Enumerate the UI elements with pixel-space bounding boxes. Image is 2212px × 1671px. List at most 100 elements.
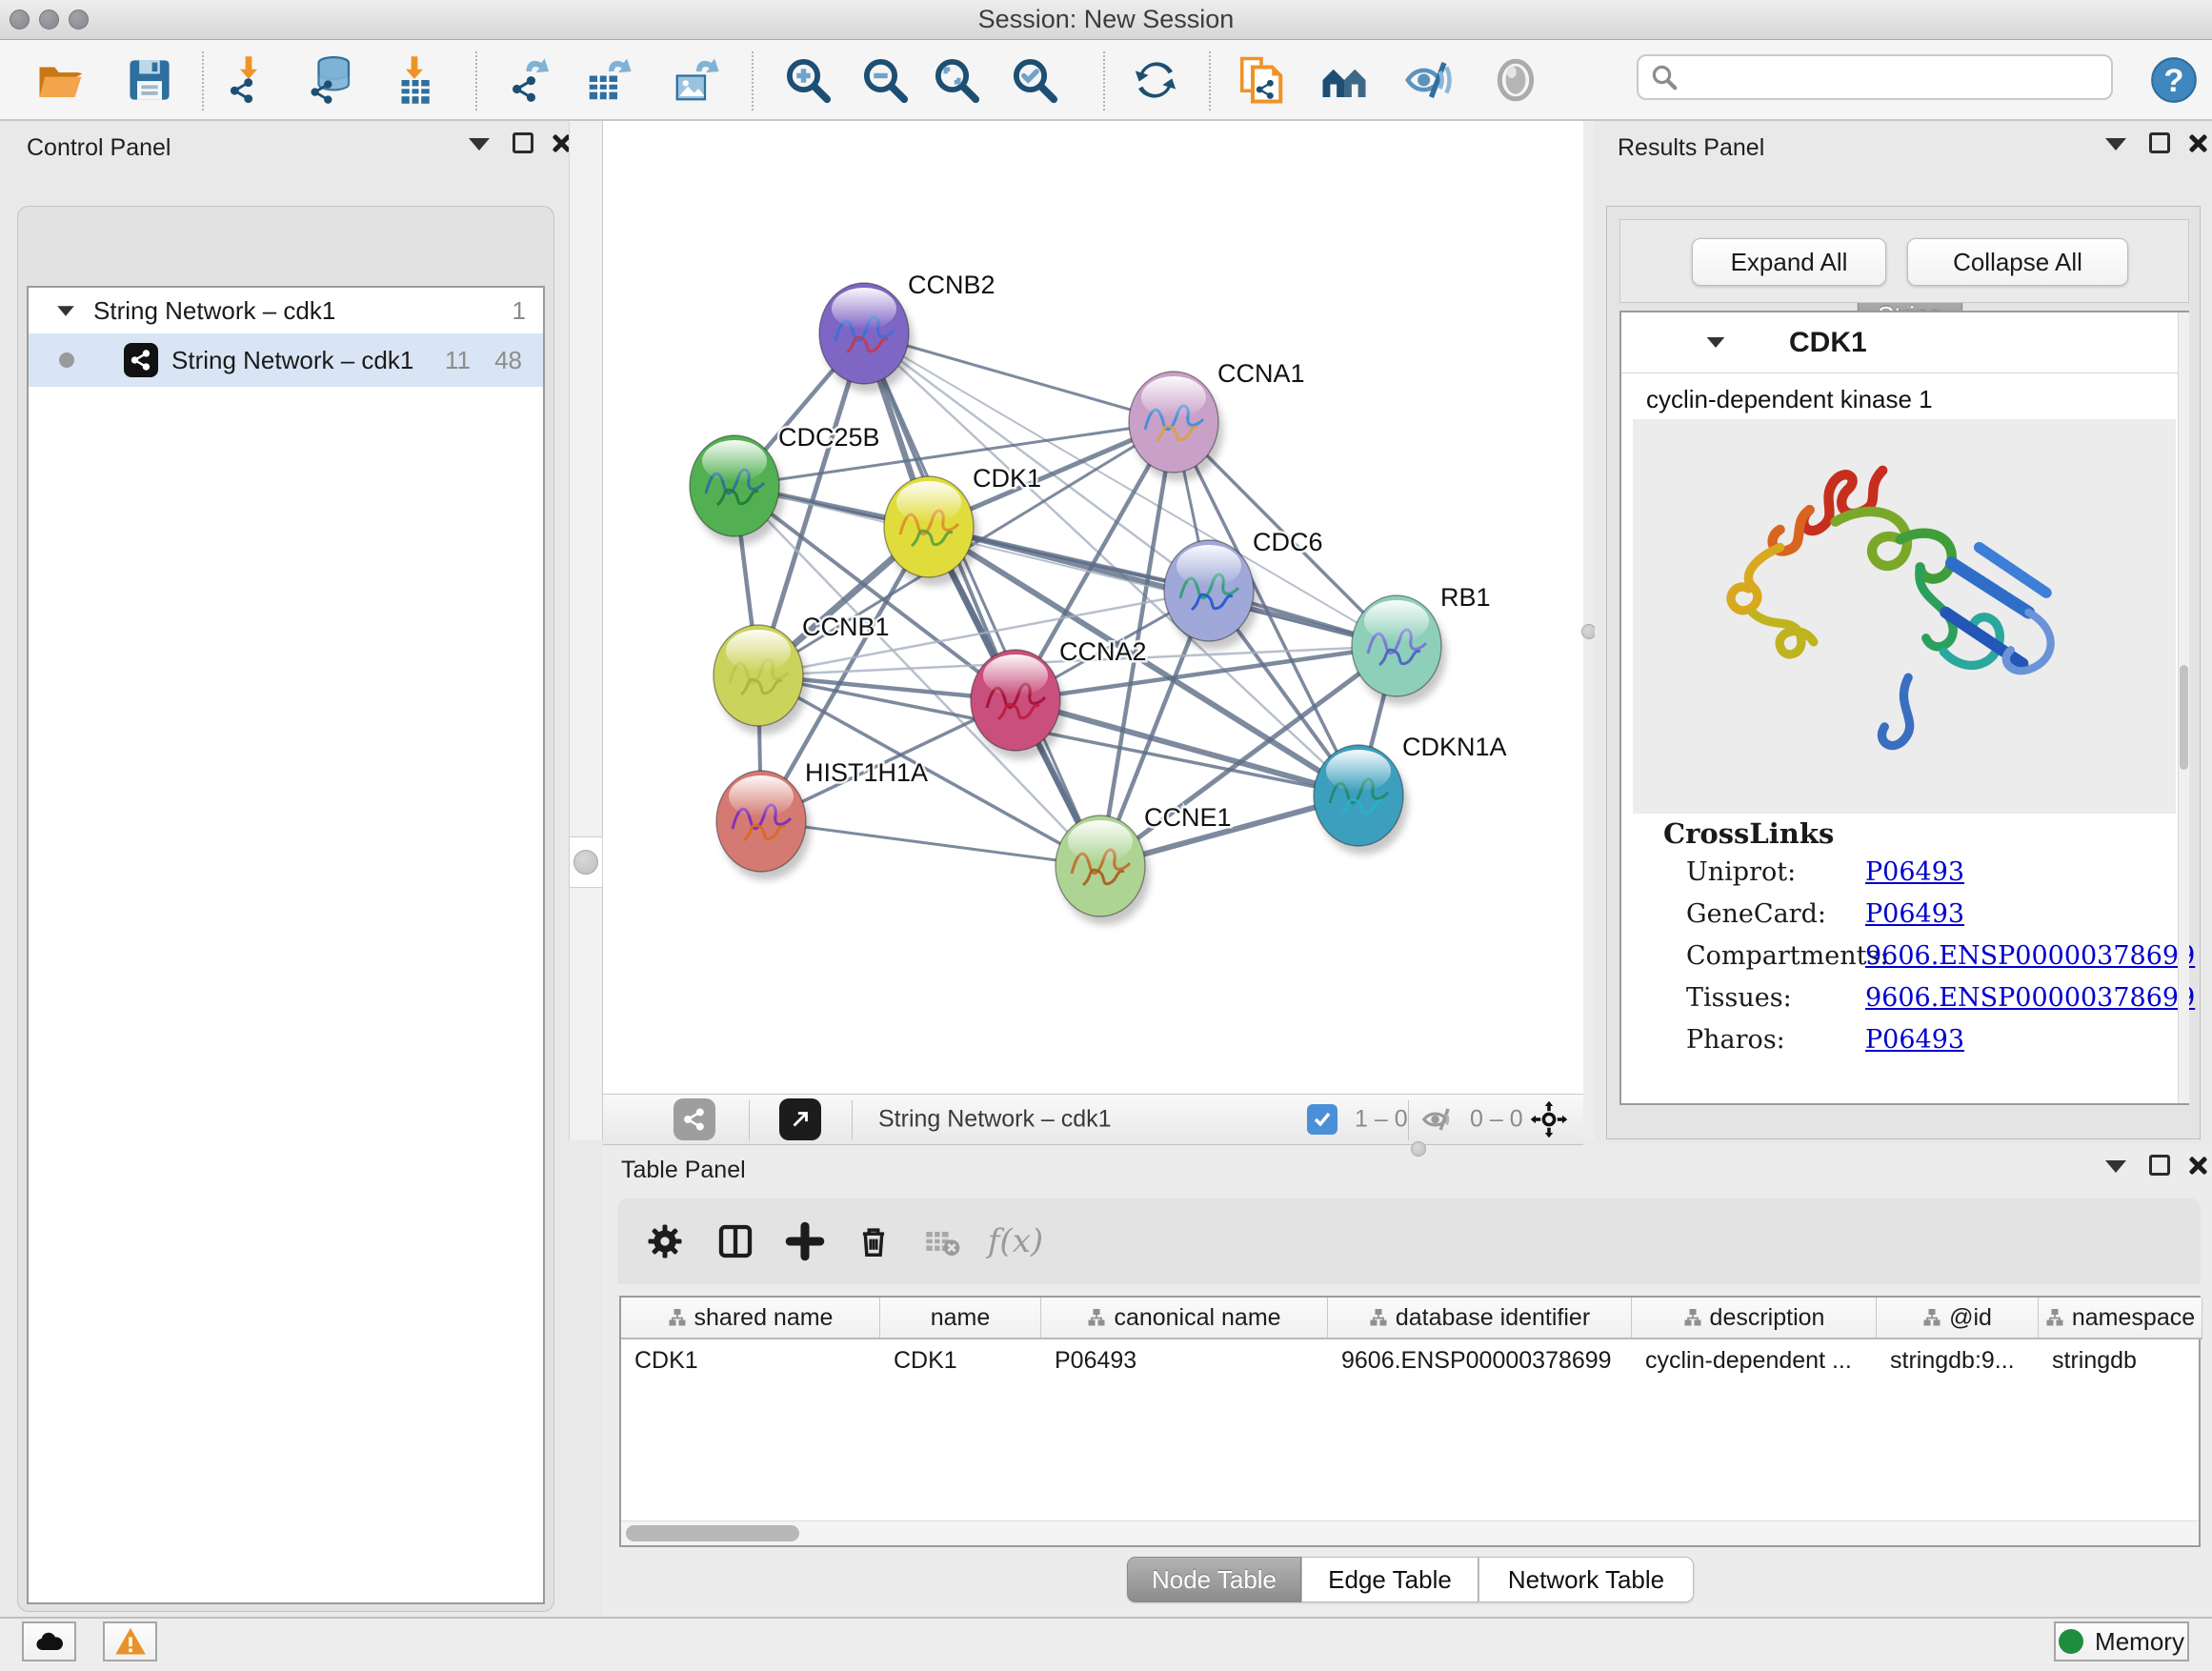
panel-menu-icon[interactable] — [2105, 138, 2126, 151]
network-view-title: String Network – cdk1 — [878, 1106, 1112, 1134]
cell-shared-name[interactable]: CDK1 — [621, 1341, 880, 1379]
tab-edge-table[interactable]: Edge Table — [1301, 1557, 1478, 1602]
cell-description[interactable]: cyclin-dependent ... — [1632, 1341, 1877, 1379]
node-CCNA1[interactable]: CCNA1 — [1129, 359, 1305, 481]
hide-panel-icon[interactable] — [1399, 52, 1455, 108]
import-database-icon[interactable] — [304, 52, 359, 108]
panel-menu-icon[interactable] — [469, 138, 490, 151]
refresh-icon[interactable] — [1128, 52, 1183, 108]
crosslink-link[interactable]: P06493 — [1865, 857, 1964, 887]
column-header--id[interactable]: @id — [1877, 1298, 2039, 1338]
results-scrollbar[interactable] — [2178, 312, 2189, 1103]
node-label-CCNA1: CCNA1 — [1217, 359, 1305, 388]
import-network-icon[interactable] — [221, 52, 276, 108]
crosslink-label: Pharos: — [1686, 1025, 1785, 1055]
node-CCNB1[interactable]: CCNB1 — [714, 613, 890, 735]
crosslink-link[interactable]: 9606.ENSP00000378699 — [1865, 983, 2195, 1013]
cloud-button[interactable] — [22, 1621, 76, 1661]
column-header-description[interactable]: description — [1632, 1298, 1877, 1338]
table-toolbar: f(x) — [617, 1198, 2201, 1284]
delete-icon[interactable] — [849, 1217, 898, 1266]
memory-button[interactable]: Memory — [2054, 1621, 2189, 1661]
edge-CDK1-RB1[interactable] — [929, 527, 1397, 646]
delete-table-icon[interactable] — [917, 1217, 967, 1266]
home-pages-icon[interactable] — [1317, 52, 1372, 108]
zoom-selected-icon[interactable] — [1007, 52, 1062, 108]
left-splitter-handle[interactable] — [569, 836, 603, 888]
network-row-selected[interactable]: String Network – cdk1 11 48 — [29, 333, 543, 387]
column-header-canonical-name[interactable]: canonical name — [1041, 1298, 1328, 1338]
horizontal-splitter-handle[interactable] — [1411, 1141, 1426, 1157]
gear-icon[interactable] — [640, 1217, 690, 1266]
split-columns-icon[interactable] — [711, 1217, 760, 1266]
cdk1-card-header[interactable]: CDK1 — [1621, 312, 2187, 373]
tab-network-table[interactable]: Network Table — [1478, 1557, 1694, 1602]
float-panel-icon[interactable] — [513, 132, 533, 153]
table-horizontal-scrollbar[interactable] — [621, 1520, 2199, 1545]
crosslink-link[interactable]: P06493 — [1865, 899, 1964, 929]
node-CCNE1[interactable]: CCNE1 — [1056, 803, 1232, 925]
cell-name[interactable]: CDK1 — [880, 1341, 1041, 1379]
search-field[interactable] — [1637, 54, 2113, 100]
node-CDKN1A[interactable]: CDKN1A — [1314, 733, 1507, 855]
results-scrollbar-thumb[interactable] — [2180, 665, 2188, 770]
add-column-icon[interactable] — [780, 1217, 830, 1266]
scrollbar-thumb[interactable] — [626, 1525, 799, 1541]
function-builder-icon[interactable]: f(x) — [973, 1217, 1058, 1266]
node-RB1[interactable]: RB1 — [1352, 583, 1491, 705]
table-row[interactable]: CDK1CDK1P064939606.ENSP00000378699cyclin… — [621, 1341, 2202, 1379]
help-icon[interactable]: ? — [2146, 52, 2202, 108]
node-table: shared namenamecanonical namedatabase id… — [619, 1296, 2201, 1547]
pan-tool-icon[interactable] — [1529, 1099, 1569, 1139]
zoom-in-icon[interactable] — [780, 52, 835, 108]
crosslink-row: Tissues:9606.ENSP00000378699 — [1686, 983, 2162, 1013]
close-panel-icon[interactable] — [2185, 131, 2208, 154]
cell-namespace[interactable]: stringdb — [2039, 1341, 2202, 1379]
edge-HIST1H1A-CCNE1[interactable] — [761, 821, 1100, 866]
node-HIST1H1A[interactable]: HIST1H1A — [716, 758, 928, 880]
export-network-icon[interactable] — [503, 52, 558, 108]
node-label-CCNB1: CCNB1 — [802, 613, 890, 641]
inactive-orb-icon[interactable] — [1488, 52, 1543, 108]
float-panel-icon[interactable] — [2149, 132, 2170, 153]
network-canvas[interactable]: CCNB2CCNA1CDC25BCDK1CDC6RB1CCNB1CCNA2CDK… — [603, 121, 1583, 1094]
grid-view-icon[interactable] — [623, 1101, 660, 1138]
node-CDK1[interactable]: CDK1 — [884, 464, 1041, 586]
zoom-out-icon[interactable] — [857, 52, 913, 108]
collapse-all-button[interactable]: Collapse All — [1907, 238, 2128, 286]
node-CDC25B[interactable]: CDC25B — [690, 423, 880, 545]
export-image-icon[interactable] — [669, 52, 724, 108]
float-panel-icon[interactable] — [2149, 1155, 2170, 1176]
string-view-icon[interactable] — [674, 1098, 715, 1140]
tab-node-table[interactable]: Node Table — [1127, 1557, 1301, 1602]
zoom-fit-icon[interactable] — [929, 52, 984, 108]
cell--id[interactable]: stringdb:9... — [1877, 1341, 2039, 1379]
column-header-shared-name[interactable]: shared name — [621, 1298, 880, 1338]
import-table-icon[interactable] — [387, 52, 442, 108]
cell-database-identifier[interactable]: 9606.ENSP00000378699 — [1328, 1341, 1632, 1379]
warning-button[interactable] — [103, 1621, 157, 1661]
right-splitter[interactable] — [1583, 121, 1595, 1140]
left-splitter[interactable] — [569, 121, 603, 1140]
panel-menu-icon[interactable] — [2105, 1160, 2126, 1173]
node-label-CCNE1: CCNE1 — [1144, 803, 1232, 832]
selected-nodes-icon[interactable] — [1307, 1104, 1337, 1135]
crosslink-link[interactable]: P06493 — [1865, 1025, 1964, 1055]
close-panel-icon[interactable] — [2185, 1154, 2208, 1177]
column-header-database-identifier[interactable]: database identifier — [1328, 1298, 1632, 1338]
expand-all-button[interactable]: Expand All — [1692, 238, 1886, 286]
crosslink-link[interactable]: 9606.ENSP00000378699 — [1865, 941, 2195, 971]
column-header-namespace[interactable]: namespace — [2039, 1298, 2202, 1338]
open-session-icon[interactable] — [33, 52, 89, 108]
open-view-icon[interactable] — [779, 1098, 821, 1140]
search-input[interactable] — [1679, 64, 2088, 91]
save-session-icon[interactable] — [122, 52, 177, 108]
export-table-icon[interactable] — [581, 52, 636, 108]
cell-canonical-name[interactable]: P06493 — [1041, 1341, 1328, 1379]
collapse-entry-icon[interactable] — [1707, 337, 1725, 348]
column-header-name[interactable]: name — [880, 1298, 1041, 1338]
network-collection-row[interactable]: String Network – cdk1 1 — [29, 288, 543, 333]
node-label-CCNB2: CCNB2 — [908, 271, 995, 299]
collection-expand-icon[interactable] — [57, 306, 74, 315]
share-document-icon[interactable] — [1234, 52, 1289, 108]
